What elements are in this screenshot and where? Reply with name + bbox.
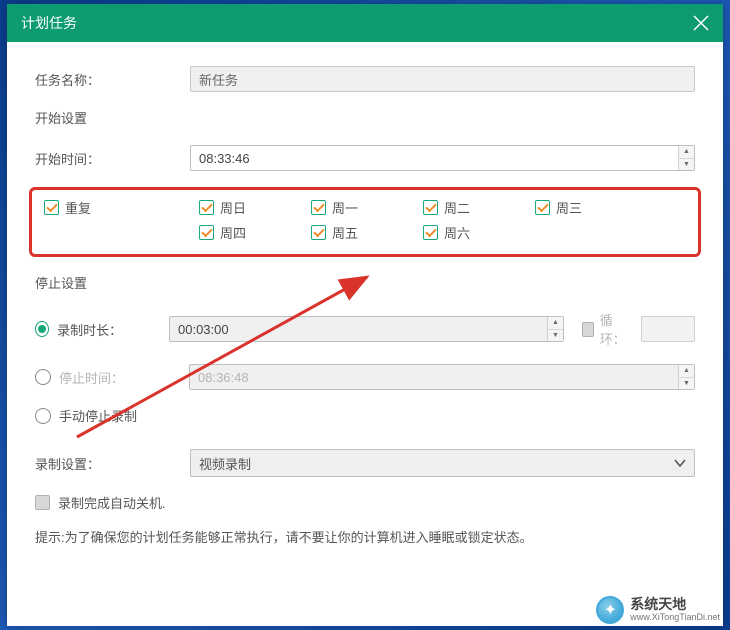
tuesday-checkbox[interactable] [423, 200, 438, 215]
duration-label: 录制时长： [57, 320, 169, 339]
chevron-down-icon[interactable]: ▼ [679, 378, 694, 390]
manual-stop-label: 手动停止录制 [59, 406, 137, 425]
repeat-highlight-box: 重复 周日 周一 周二 周三 周四 周五 周六 [29, 187, 701, 257]
chevron-down-icon[interactable]: ▼ [679, 159, 694, 171]
task-name-input[interactable] [190, 66, 695, 92]
titlebar: 计划任务 [7, 4, 723, 42]
watermark-cn: 系统天地 [630, 597, 720, 612]
duration-spinner[interactable]: ▲ ▼ [169, 316, 564, 342]
stop-section-header: 停止设置 [35, 273, 695, 292]
manual-stop-row: 手动停止录制 [35, 406, 695, 425]
shutdown-checkbox[interactable] [35, 495, 50, 510]
loop-label: 循环： [600, 310, 629, 348]
loop-spinner[interactable]: ▲ ▼ [641, 316, 695, 342]
dialog-window: 计划任务 任务名称： 开始设置 开始时间： ▲ ▼ [7, 4, 723, 626]
repeat-row-2: 周四 周五 周六 [44, 223, 686, 242]
saturday-label: 周六 [444, 223, 470, 242]
stop-time-radio[interactable] [35, 369, 51, 385]
record-mode-label: 录制设置： [35, 454, 190, 473]
thursday-label: 周四 [220, 223, 246, 242]
start-section-header: 开始设置 [35, 108, 695, 127]
wednesday-label: 周三 [556, 198, 582, 217]
tuesday-label: 周二 [444, 198, 470, 217]
loop-checkbox[interactable] [582, 322, 594, 337]
stop-time-label: 停止时间： [59, 368, 189, 387]
friday-checkbox[interactable] [311, 225, 326, 240]
chevron-up-icon[interactable]: ▲ [679, 365, 694, 378]
hint-text: 提示:为了确保您的计划任务能够正常执行，请不要让你的计算机进入睡眠或锁定状态。 [35, 528, 695, 549]
chevron-up-icon[interactable]: ▲ [679, 146, 694, 159]
chevron-up-icon[interactable]: ▲ [548, 317, 563, 330]
loop-input[interactable] [642, 317, 730, 341]
stop-time-input[interactable] [190, 365, 678, 389]
saturday-checkbox[interactable] [423, 225, 438, 240]
chevron-down-icon[interactable]: ▼ [548, 330, 563, 342]
start-time-input[interactable] [191, 146, 678, 170]
monday-checkbox[interactable] [311, 200, 326, 215]
record-mode-select[interactable]: 视频录制 [190, 449, 695, 477]
dialog-content: 任务名称： 开始设置 开始时间： ▲ ▼ 重复 周日 周一 [7, 42, 723, 626]
sunday-checkbox[interactable] [199, 200, 214, 215]
duration-input[interactable] [170, 317, 547, 341]
manual-stop-radio[interactable] [35, 408, 51, 424]
task-name-row: 任务名称： [35, 66, 695, 92]
start-time-spinner[interactable]: ▲ ▼ [190, 145, 695, 171]
watermark: ✦ 系统天地 www.XiTongTianDi.net [596, 596, 720, 624]
task-name-label: 任务名称： [35, 70, 190, 89]
stop-time-row: 停止时间： ▲ ▼ [35, 364, 695, 390]
monday-label: 周一 [332, 198, 358, 217]
watermark-logo-icon: ✦ [596, 596, 624, 624]
watermark-url: www.XiTongTianDi.net [630, 613, 720, 623]
loop-area: 循环： ▲ ▼ [582, 310, 695, 348]
start-time-row: 开始时间： ▲ ▼ [35, 145, 695, 171]
shutdown-label: 录制完成自动关机. [58, 493, 166, 512]
window-title: 计划任务 [21, 13, 77, 33]
friday-label: 周五 [332, 223, 358, 242]
repeat-label: 重复 [65, 198, 91, 217]
sunday-label: 周日 [220, 198, 246, 217]
shutdown-row: 录制完成自动关机. [35, 493, 695, 512]
repeat-checkbox[interactable] [44, 200, 59, 215]
record-mode-row: 录制设置： 视频录制 [35, 449, 695, 477]
record-mode-value: 视频录制 [199, 454, 251, 473]
duration-row: 录制时长： ▲ ▼ 循环： ▲ ▼ [35, 310, 695, 348]
thursday-checkbox[interactable] [199, 225, 214, 240]
wednesday-checkbox[interactable] [535, 200, 550, 215]
close-icon[interactable] [693, 15, 709, 31]
duration-radio[interactable] [35, 321, 49, 337]
stop-time-spinner[interactable]: ▲ ▼ [189, 364, 695, 390]
start-time-label: 开始时间： [35, 149, 190, 168]
spinner-buttons: ▲ ▼ [678, 146, 694, 170]
repeat-row-1: 重复 周日 周一 周二 周三 [44, 198, 686, 217]
chevron-down-icon [674, 457, 686, 469]
